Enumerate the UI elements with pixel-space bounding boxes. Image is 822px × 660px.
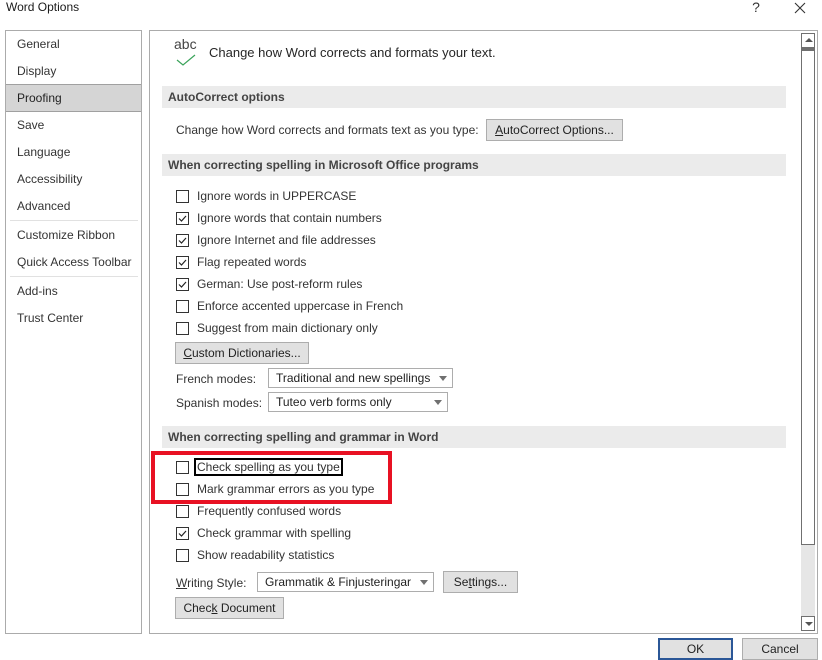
- writing-style-dropdown[interactable]: Grammatik & Finjusteringar: [257, 572, 434, 592]
- checkbox-frequently-confused-words[interactable]: Frequently confused words: [176, 503, 342, 519]
- checkbox-flag-repeated-words[interactable]: Flag repeated words: [176, 254, 307, 270]
- nav-item-display[interactable]: Display: [6, 58, 141, 85]
- checkbox[interactable]: [176, 548, 189, 562]
- checkbox-label: Mark grammar errors as you type: [197, 482, 375, 496]
- french-modes-label: French modes:: [176, 372, 257, 386]
- checkbox-ignore-uppercase[interactable]: Ignore words in UPPERCASE: [176, 188, 357, 204]
- checkbox[interactable]: [176, 460, 189, 474]
- checkmark-icon: [178, 281, 187, 288]
- checkbox-label: Check spelling as you type: [194, 458, 343, 476]
- nav-divider: [10, 276, 138, 277]
- checkbox-show-readability-statistics[interactable]: Show readability statistics: [176, 547, 335, 563]
- checkbox[interactable]: [176, 189, 189, 203]
- checkbox[interactable]: [176, 504, 189, 518]
- checkbox[interactable]: [176, 299, 189, 313]
- autocorrect-options-button[interactable]: AutoCorrect Options...: [486, 119, 623, 141]
- checkbox[interactable]: [176, 526, 189, 540]
- checkbox-label: Ignore words in UPPERCASE: [197, 189, 357, 203]
- nav-item-general[interactable]: General: [6, 31, 141, 58]
- ok-button[interactable]: OK: [658, 638, 733, 660]
- checkbox-check-grammar-with-spelling[interactable]: Check grammar with spelling: [176, 525, 352, 541]
- autocorrect-description: Change how Word corrects and formats tex…: [176, 123, 479, 137]
- checkbox-mark-grammar-errors[interactable]: Mark grammar errors as you type: [176, 481, 375, 497]
- writing-style-settings-button[interactable]: Settings...: [443, 571, 518, 593]
- checkbox-label: Enforce accented uppercase in French: [197, 299, 404, 313]
- spanish-modes-label: Spanish modes:: [176, 396, 263, 410]
- nav-item-customize-ribbon[interactable]: Customize Ribbon: [6, 222, 141, 249]
- french-modes-dropdown[interactable]: Traditional and new spellings: [268, 368, 453, 388]
- chevron-down-icon: [434, 400, 442, 405]
- checkbox-label: Ignore Internet and file addresses: [197, 233, 376, 247]
- checkbox[interactable]: [176, 233, 189, 247]
- scrollbar-thumb[interactable]: [801, 48, 815, 545]
- checkbox-french-accented-uppercase[interactable]: Enforce accented uppercase in French: [176, 298, 404, 314]
- close-icon: [794, 2, 806, 14]
- window-title: Word Options: [6, 0, 80, 14]
- section-header-word-spelling-grammar: When correcting spelling and grammar in …: [162, 426, 786, 448]
- nav-item-proofing[interactable]: Proofing: [6, 84, 141, 112]
- nav-item-save[interactable]: Save: [6, 112, 141, 139]
- checkbox-label: Check grammar with spelling: [197, 526, 352, 540]
- checkbox-german-post-reform[interactable]: German: Use post-reform rules: [176, 276, 363, 292]
- scroll-down-arrow-icon[interactable]: [801, 616, 815, 631]
- proofing-panel: abc Change how Word corrects and formats…: [149, 30, 818, 634]
- checkbox-ignore-internet-addresses[interactable]: Ignore Internet and file addresses: [176, 232, 377, 248]
- checkmark-icon: [178, 259, 187, 266]
- checkmark-icon: [178, 215, 187, 222]
- nav-item-quick-access-toolbar[interactable]: Quick Access Toolbar: [6, 249, 141, 276]
- writing-style-label: Writing Style:: [176, 576, 247, 590]
- checkbox[interactable]: [176, 255, 189, 269]
- abc-checkmark-icon: abc: [174, 36, 204, 66]
- scroll-up-arrow-icon[interactable]: [801, 33, 815, 48]
- vertical-scrollbar[interactable]: [801, 33, 815, 631]
- section-header-office-spelling: When correcting spelling in Microsoft Of…: [162, 154, 786, 176]
- checkbox[interactable]: [176, 482, 189, 496]
- checkbox[interactable]: [176, 211, 189, 225]
- checkbox-label: Show readability statistics: [197, 548, 335, 562]
- options-nav: General Display Proofing Save Language A…: [5, 30, 142, 634]
- nav-item-accessibility[interactable]: Accessibility: [6, 166, 141, 193]
- checkbox-check-spelling-as-you-type[interactable]: Check spelling as you type: [176, 458, 343, 476]
- custom-dictionaries-button[interactable]: Custom Dictionaries...: [175, 342, 309, 364]
- cancel-button[interactable]: Cancel: [742, 638, 818, 660]
- nav-item-language[interactable]: Language: [6, 139, 141, 166]
- checkbox-label: Frequently confused words: [197, 504, 342, 518]
- checkbox-label: Ignore words that contain numbers: [197, 211, 382, 225]
- chevron-down-icon: [439, 376, 447, 381]
- nav-divider: [10, 220, 138, 221]
- section-header-autocorrect: AutoCorrect options: [162, 86, 786, 108]
- checkbox-main-dictionary-only[interactable]: Suggest from main dictionary only: [176, 320, 379, 336]
- help-button[interactable]: ?: [748, 0, 764, 15]
- checkmark-icon: [178, 237, 187, 244]
- checkbox-label: Flag repeated words: [197, 255, 307, 269]
- checkbox-label: German: Use post-reform rules: [197, 277, 363, 291]
- check-document-button[interactable]: Check Document: [175, 597, 284, 619]
- nav-item-add-ins[interactable]: Add-ins: [6, 278, 141, 305]
- checkbox-label: Suggest from main dictionary only: [197, 321, 378, 335]
- checkbox-ignore-numbers[interactable]: Ignore words that contain numbers: [176, 210, 383, 226]
- checkbox[interactable]: [176, 277, 189, 291]
- checkmark-icon: [178, 530, 187, 537]
- nav-item-advanced[interactable]: Advanced: [6, 193, 141, 220]
- checkbox[interactable]: [176, 321, 189, 335]
- page-description: Change how Word corrects and formats you…: [209, 45, 496, 60]
- spanish-modes-dropdown[interactable]: Tuteo verb forms only: [268, 392, 448, 412]
- nav-item-trust-center[interactable]: Trust Center: [6, 305, 141, 332]
- chevron-down-icon: [420, 580, 428, 585]
- close-button[interactable]: [790, 0, 810, 16]
